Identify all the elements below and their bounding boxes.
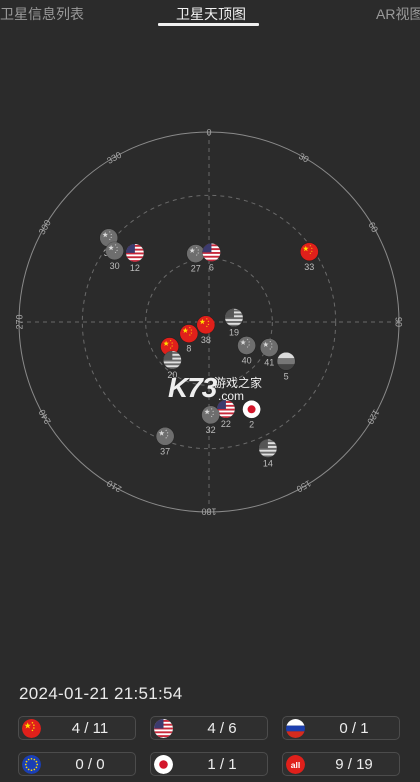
- stat-count-japan: 1 / 1: [207, 756, 237, 773]
- japan-flag-icon: [154, 755, 173, 774]
- satellite-20[interactable]: 20: [163, 350, 182, 380]
- degree-label: 90: [394, 317, 404, 327]
- sky-plot: 0306090120150180210240270300330333630122…: [14, 127, 404, 517]
- degree-label: 60: [366, 220, 380, 234]
- eu-flag-icon: [22, 755, 41, 774]
- satellite-38[interactable]: 38: [196, 315, 216, 345]
- satellite-label: 32: [206, 425, 216, 435]
- tab-satellite-list[interactable]: 卫星信息列表: [0, 4, 84, 24]
- satellite-label: 38: [201, 335, 211, 345]
- satellite-5[interactable]: 5: [276, 351, 296, 381]
- china-flag-icon: [22, 719, 41, 738]
- degree-label: 330: [105, 150, 123, 166]
- timestamp: 2024-01-21 21:51:54: [19, 684, 183, 703]
- stat-all[interactable]: all 9 / 19: [282, 752, 400, 776]
- all-badge-icon: all: [286, 755, 305, 774]
- degree-label: 30: [297, 151, 311, 165]
- satellite-label: 19: [229, 328, 239, 338]
- degree-label: 150: [295, 478, 313, 494]
- satellite-label: 12: [130, 263, 140, 273]
- tab-sky-plot[interactable]: 卫星天顶图: [176, 4, 246, 24]
- satellite-12[interactable]: 12: [125, 243, 145, 273]
- satellite-label: 6: [209, 262, 214, 272]
- stat-eu[interactable]: 0 / 0: [18, 752, 136, 776]
- satellite-33[interactable]: 33: [300, 242, 319, 272]
- satellite-37[interactable]: 37: [155, 427, 175, 456]
- satellite-label: 8: [186, 344, 191, 354]
- satellite-label: 5: [284, 371, 289, 381]
- satellite-8[interactable]: 8: [179, 324, 199, 354]
- satellite-label: 30: [110, 261, 120, 271]
- degree-label: 240: [37, 408, 53, 426]
- satellite-40[interactable]: 40: [237, 336, 256, 365]
- russia-flag-icon: [286, 719, 305, 738]
- satellite-label: 14: [263, 458, 273, 468]
- degree-label: 270: [14, 314, 24, 329]
- stat-count-all: 9 / 19: [335, 756, 373, 773]
- satellite-label: 27: [191, 264, 201, 274]
- stat-usa[interactable]: 4 / 6: [150, 716, 268, 740]
- stat-count-eu: 0 / 0: [75, 756, 105, 773]
- satellite-label: 2: [249, 419, 254, 429]
- degree-label: 300: [37, 218, 53, 236]
- satellite-2[interactable]: 2: [242, 399, 261, 429]
- satellite-label: 20: [167, 370, 177, 380]
- tab-bar: 卫星信息列表 卫星天顶图 AR视图: [0, 0, 420, 30]
- degree-label: 180: [201, 507, 216, 517]
- satellite-label: 33: [304, 262, 314, 272]
- satellite-41[interactable]: 41: [259, 338, 279, 368]
- degree-label: 120: [365, 408, 381, 426]
- svg-text:all: all: [291, 760, 301, 770]
- active-tab-indicator: [158, 23, 259, 26]
- satellite-32[interactable]: 32: [201, 405, 220, 435]
- satellite-19[interactable]: 19: [224, 308, 244, 338]
- satellite-30[interactable]: 30: [105, 241, 124, 271]
- stat-count-china: 4 / 11: [71, 720, 109, 737]
- satellite-14[interactable]: 14: [258, 438, 278, 468]
- stat-count-usa: 4 / 6: [207, 720, 237, 737]
- satellite-label: 37: [160, 446, 170, 456]
- usa-flag-icon: [154, 719, 173, 738]
- stat-russia[interactable]: 0 / 1: [282, 716, 400, 740]
- satellite-6[interactable]: 6: [202, 243, 221, 272]
- degree-label: 210: [105, 478, 123, 494]
- satellite-label: 22: [221, 419, 231, 429]
- stat-china[interactable]: 4 / 11: [18, 716, 136, 740]
- degree-label: 0: [206, 127, 211, 137]
- satellite-label: 41: [264, 358, 274, 368]
- satellite-label: 40: [242, 355, 252, 365]
- satellite-27[interactable]: 27: [186, 244, 206, 274]
- stat-count-russia: 0 / 1: [339, 720, 369, 737]
- stat-japan[interactable]: 1 / 1: [150, 752, 268, 776]
- tab-ar-view[interactable]: AR视图: [376, 4, 420, 24]
